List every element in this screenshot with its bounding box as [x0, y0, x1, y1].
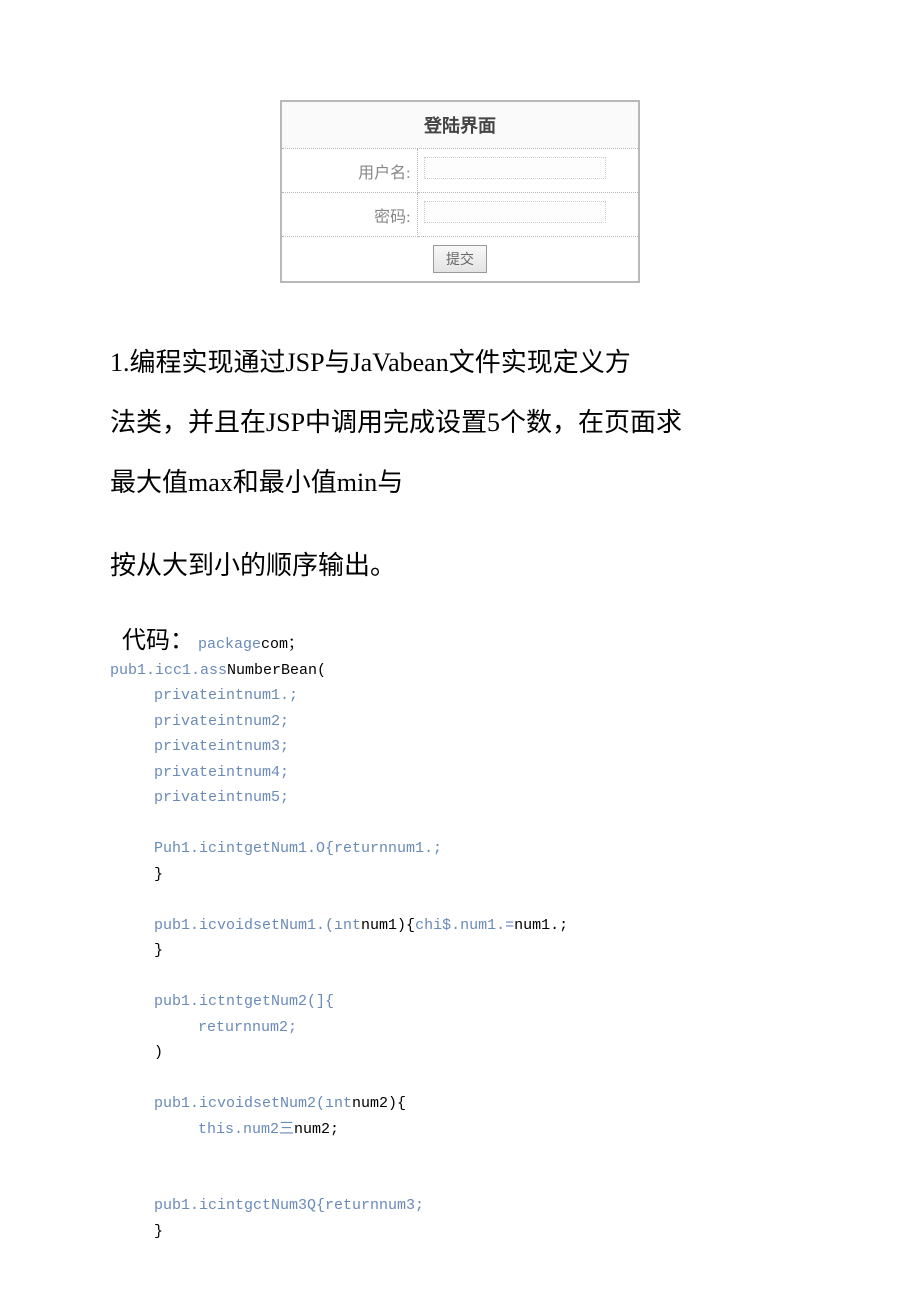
password-input[interactable] — [424, 201, 606, 223]
submit-row: 提交 — [281, 237, 639, 283]
question-line-3: 最大值max和最小值min与 — [110, 453, 810, 513]
login-title: 登陆界面 — [281, 101, 639, 149]
code-inline-start: packagecom； — [198, 636, 303, 653]
code-body: pub1.icc1.assNumberBean( privateintnum1.… — [110, 658, 810, 1245]
username-label: 用户名: — [281, 149, 417, 193]
code-section: 代码： packagecom； pub1.icc1.assNumberBean(… — [110, 620, 810, 1244]
code-label: 代码： — [110, 628, 194, 654]
password-label: 密码: — [281, 193, 417, 237]
username-input[interactable] — [424, 157, 606, 179]
question-line-1: 1.编程实现通过JSP与JaVabean文件实现定义方 — [110, 333, 810, 393]
submit-button[interactable]: 提交 — [433, 245, 487, 273]
username-cell — [417, 149, 639, 193]
question-text: 1.编程实现通过JSP与JaVabean文件实现定义方 法类，并且在JSP中调用… — [110, 333, 810, 512]
question-line-4: 按从大到小的顺序输出。 — [110, 536, 810, 596]
login-form-table: 登陆界面 用户名: 密码: 提交 — [280, 100, 640, 283]
password-cell — [417, 193, 639, 237]
question-line-2: 法类，并且在JSP中调用完成设置5个数，在页面求 — [110, 393, 810, 453]
